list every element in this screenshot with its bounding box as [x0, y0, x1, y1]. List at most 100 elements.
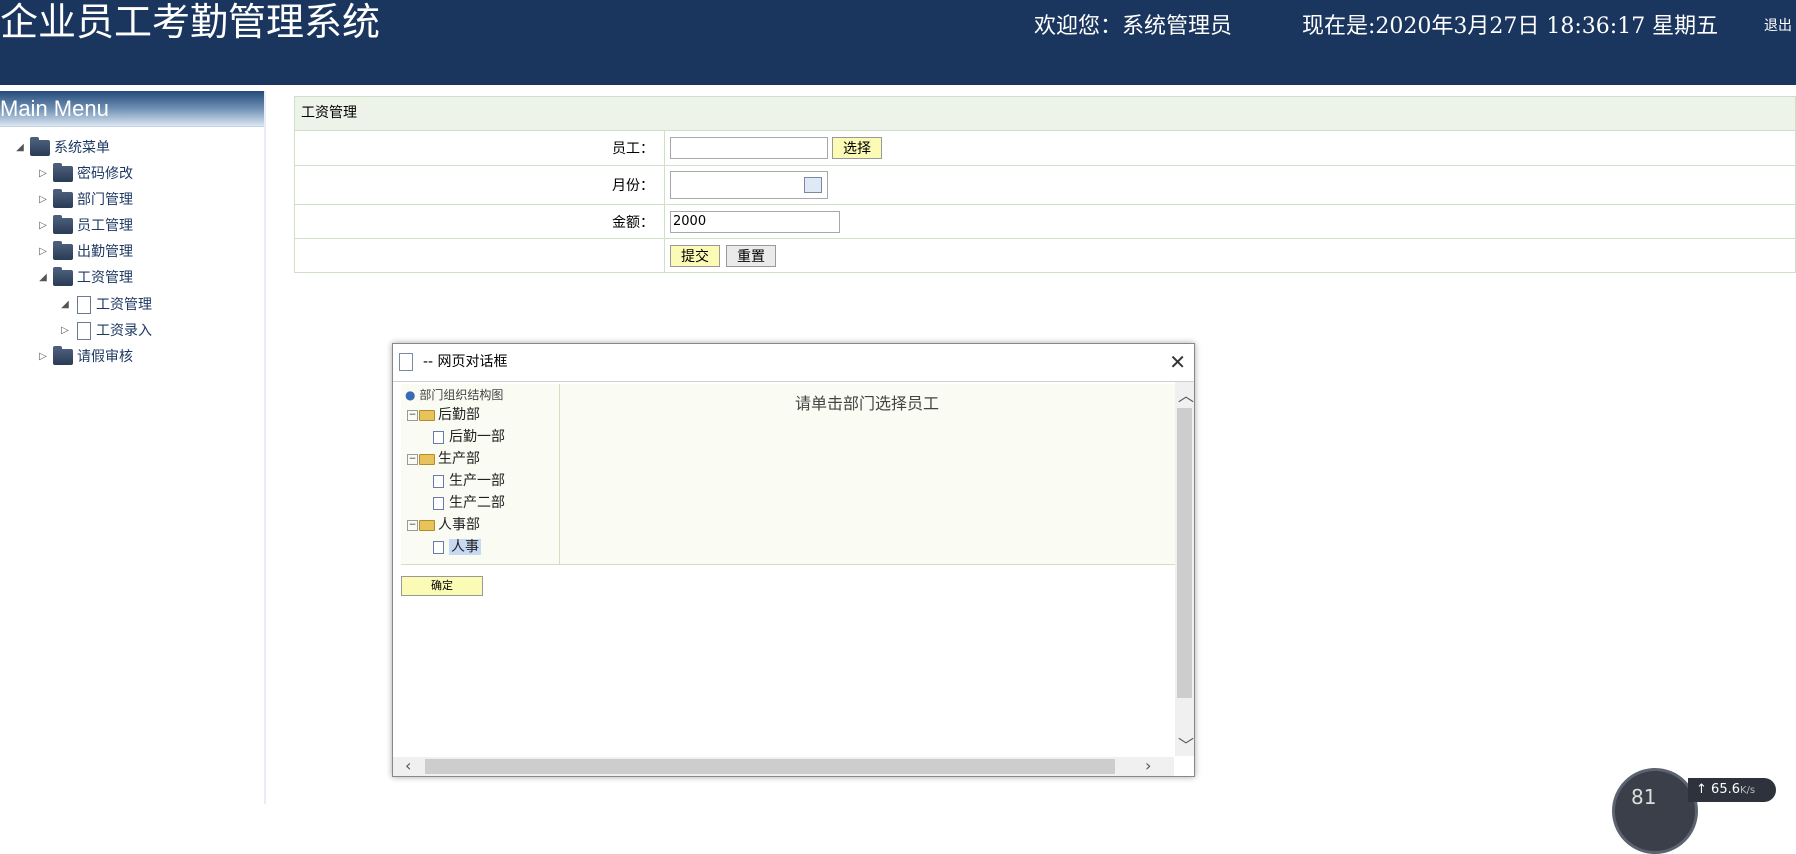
employee-input[interactable]	[670, 137, 828, 159]
main-menu-heading: Main Menu	[0, 91, 264, 127]
sidebar-subitem-salary-entry[interactable]: ▷ 工资录入	[59, 320, 152, 342]
org-root-label: 部门组织结构图	[419, 388, 504, 402]
select-employee-button[interactable]: 选择	[832, 137, 882, 159]
dept-label: 生产部	[438, 451, 480, 467]
confirm-button[interactable]: 确定	[401, 576, 483, 596]
sidebar-item-password[interactable]: ▷ 密码修改	[37, 163, 133, 185]
sidebar-item-label: 密码修改	[77, 166, 133, 182]
vertical-scroll-thumb[interactable]	[1177, 408, 1192, 698]
org-icon: ●	[405, 388, 416, 402]
scroll-down-icon[interactable]: ﹀	[1178, 732, 1194, 756]
actions-cell: 提交 重置	[665, 239, 1795, 272]
folder-icon	[53, 241, 73, 260]
dialog-title: -- 网页对话框	[423, 354, 508, 370]
expand-arrow-icon[interactable]: ▷	[37, 163, 49, 185]
calendar-icon[interactable]	[804, 177, 822, 193]
sidebar-subitem-salary-manage[interactable]: ◢ 工资管理	[59, 294, 152, 316]
department-tree: ● 部门组织结构图 − 后勤部 后勤一部 − 生产部 生产一部 生产二部 − 人…	[401, 384, 560, 564]
document-icon	[433, 474, 444, 488]
hint-text: 请单击部门选择员工	[794, 394, 939, 413]
scroll-up-icon[interactable]: ︿	[1178, 382, 1194, 406]
employee-row: 员工： 选择	[294, 131, 1796, 166]
sidebar-item-label: 工资管理	[96, 297, 152, 313]
subdept-label: 生产二部	[449, 495, 505, 511]
collapse-arrow-icon[interactable]: ◢	[37, 267, 49, 289]
form-title: 工资管理	[294, 96, 1796, 131]
app-header: 企业员工考勤管理系统 欢迎您：系统管理员 现在是:2020年3月27日 18:3…	[0, 0, 1796, 85]
sidebar-item-department[interactable]: ▷ 部门管理	[37, 189, 133, 211]
dept-label: 人事部	[438, 517, 480, 533]
sidebar-item-leave-review[interactable]: ▷ 请假审核	[37, 346, 133, 368]
expand-arrow-icon[interactable]: ▷	[59, 320, 71, 342]
page-icon	[399, 353, 413, 371]
sidebar-item-label: 工资管理	[77, 270, 133, 286]
expand-arrow-icon[interactable]: ▷	[37, 346, 49, 368]
datetime-text: 现在是:2020年3月27日 18:36:17 星期五	[1302, 14, 1719, 39]
folder-icon	[53, 346, 73, 365]
vertical-scrollbar[interactable]: ︿ ﹀	[1175, 382, 1194, 756]
tree-subdept-hr[interactable]: 人事	[433, 536, 481, 556]
expand-arrow-icon[interactable]: ▷	[37, 241, 49, 263]
speed-gauge: 81	[1612, 768, 1698, 854]
tree-dept-production[interactable]: − 生产部	[407, 448, 480, 468]
folder-icon	[419, 453, 435, 465]
horizontal-scroll-thumb[interactable]	[425, 759, 1115, 774]
month-row: 月份：	[294, 166, 1796, 205]
scroll-right-icon[interactable]: ›	[1145, 756, 1151, 775]
month-value-cell	[665, 166, 1795, 204]
sidebar-item-label: 员工管理	[77, 218, 133, 234]
month-label: 月份：	[295, 166, 665, 204]
org-chart-root[interactable]: ● 部门组织结构图	[405, 386, 503, 403]
folder-icon	[30, 137, 50, 156]
dialog-pane: ● 部门组织结构图 − 后勤部 后勤一部 − 生产部 生产一部 生产二部 − 人…	[401, 384, 1175, 565]
net-speed-value: 65.6	[1711, 782, 1740, 797]
close-icon[interactable]: ✕	[1169, 344, 1186, 381]
subdept-label: 生产一部	[449, 473, 505, 489]
amount-row: 金额：	[294, 205, 1796, 239]
folder-icon	[419, 409, 435, 421]
document-icon	[77, 322, 91, 340]
subdept-label: 后勤一部	[449, 429, 505, 445]
actions-row: 提交 重置	[294, 239, 1796, 273]
folder-icon	[53, 267, 73, 286]
amount-value-cell	[665, 205, 1795, 238]
sidebar-root[interactable]: ◢ 系统菜单	[14, 137, 110, 159]
tree-subdept-production-1[interactable]: 生产一部	[433, 470, 505, 490]
tree-dept-logistics[interactable]: − 后勤部	[407, 404, 480, 424]
horizontal-scrollbar[interactable]: ‹ ›	[393, 756, 1174, 776]
collapse-icon[interactable]: −	[407, 519, 418, 531]
amount-label: 金额：	[295, 205, 665, 238]
document-icon	[77, 296, 91, 314]
tree-subdept-production-2[interactable]: 生产二部	[433, 492, 505, 512]
collapse-icon[interactable]: −	[407, 409, 418, 421]
tree-subdept-logistics-1[interactable]: 后勤一部	[433, 426, 505, 446]
employee-label: 员工：	[295, 131, 665, 165]
web-dialog: -- 网页对话框 ✕ ● 部门组织结构图 − 后勤部 后勤一部 − 生产部 生产…	[392, 343, 1195, 777]
collapse-arrow-icon[interactable]: ◢	[14, 137, 26, 159]
document-icon	[433, 540, 444, 554]
net-speed-unit: K/s	[1740, 785, 1756, 796]
submit-button[interactable]: 提交	[670, 244, 720, 267]
subdept-label-selected: 人事	[449, 539, 481, 555]
actions-label-cell	[295, 239, 665, 272]
sidebar-item-employee[interactable]: ▷ 员工管理	[37, 215, 133, 237]
dept-label: 后勤部	[438, 407, 480, 423]
welcome-text: 欢迎您：系统管理员	[1034, 14, 1233, 39]
sidebar-item-label: 部门管理	[77, 192, 133, 208]
sidebar-item-salary[interactable]: ◢ 工资管理	[37, 267, 133, 289]
sidebar-item-attendance[interactable]: ▷ 出勤管理	[37, 241, 133, 263]
folder-icon	[53, 163, 73, 182]
collapse-icon[interactable]: −	[407, 453, 418, 465]
logout-link[interactable]: 退出	[1764, 15, 1792, 35]
scroll-left-icon[interactable]: ‹	[405, 756, 411, 775]
expand-arrow-icon[interactable]: ▷	[37, 189, 49, 211]
employee-list-pane: 请单击部门选择员工	[559, 384, 1175, 564]
folder-icon	[53, 215, 73, 234]
expand-arrow-icon[interactable]: ▷	[37, 215, 49, 237]
reset-button[interactable]: 重置	[726, 244, 776, 267]
tree-dept-hr[interactable]: − 人事部	[407, 514, 480, 534]
salary-form: 工资管理 员工： 选择 月份： 金额： 提交 重置	[294, 96, 1796, 273]
net-speed-pill: ↑ 65.6K/s	[1688, 778, 1776, 802]
collapse-arrow-icon[interactable]: ◢	[59, 294, 71, 316]
amount-input[interactable]	[670, 210, 840, 233]
